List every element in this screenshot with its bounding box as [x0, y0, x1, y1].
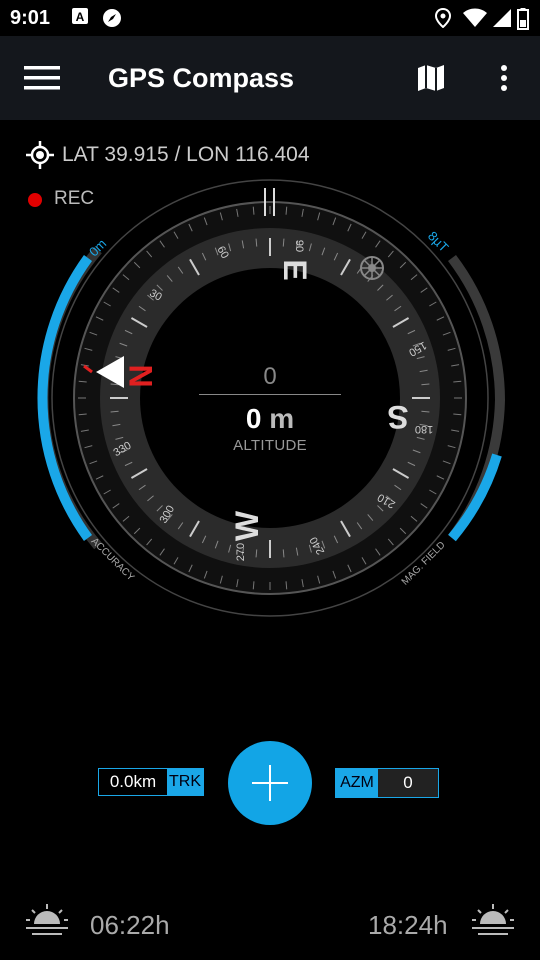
- compass-badge-icon: [103, 9, 121, 27]
- track-label: TRK: [167, 769, 203, 795]
- more-vert-icon[interactable]: [494, 64, 514, 92]
- dial-tick: [255, 238, 258, 247]
- menu-icon[interactable]: [24, 66, 60, 90]
- cardinal-w: W: [229, 510, 265, 541]
- app-bar: GPS Compass: [0, 36, 540, 120]
- track-distance-value: 0.0km: [109, 772, 157, 791]
- add-waypoint-button[interactable]: [228, 741, 312, 825]
- track-distance-box[interactable]: 0.0km TRK: [98, 768, 204, 796]
- altitude-row: 0 m: [199, 403, 341, 435]
- accuracy-caption: ACCURACY: [89, 536, 137, 584]
- azimuth-label: AZM: [336, 769, 378, 797]
- sun-position-icon: [360, 256, 384, 280]
- sunset-time: 18:24h: [368, 910, 448, 940]
- mag-field-value: 8µT: [425, 228, 452, 255]
- cardinal-e: E: [277, 259, 313, 280]
- location-icon: [435, 8, 451, 28]
- dial-tick: [421, 383, 430, 386]
- a-badge-icon: A: [72, 8, 88, 24]
- center-readout: 0 0 m ALTITUDE: [199, 360, 341, 454]
- dial-tick: [421, 410, 430, 413]
- map-icon[interactable]: [416, 64, 446, 92]
- status-time: 9:01: [10, 7, 51, 29]
- mag-field-caption: MAG. FIELD: [400, 540, 448, 588]
- bezel-tick: [453, 413, 462, 416]
- app-title: GPS Compass: [108, 63, 295, 93]
- plus-icon: [252, 765, 288, 801]
- bezel-tick: [252, 581, 255, 590]
- heading-value: 0: [199, 360, 341, 395]
- bezel-tick: [453, 380, 462, 383]
- deg-90: 90: [293, 240, 305, 252]
- battery-icon: [517, 8, 529, 30]
- mag-field-arc: [448, 453, 502, 542]
- bezel-tick: [285, 206, 288, 215]
- altitude-label: ALTITUDE: [233, 437, 307, 454]
- cardinal-s: S: [387, 399, 408, 435]
- altitude-unit: m: [269, 403, 295, 434]
- bezel-tick: [285, 581, 288, 590]
- sunrise-icon: [26, 904, 68, 935]
- wifi-icon: [463, 8, 487, 27]
- azimuth-box[interactable]: AZM 0: [335, 768, 439, 798]
- bezel-tick: [252, 206, 255, 215]
- svg-text:A: A: [76, 10, 85, 24]
- signal-icon: [493, 9, 511, 27]
- dial-tick: [110, 410, 119, 413]
- deg-270: 270: [235, 543, 247, 561]
- dial-tick: [255, 549, 258, 558]
- deg-180: 180: [415, 423, 433, 435]
- bezel-tick: [78, 380, 87, 383]
- sunset-icon: [472, 904, 514, 935]
- dial-tick: [282, 549, 285, 558]
- dial-tick: [282, 238, 285, 247]
- altitude-value: 0: [245, 403, 262, 434]
- sunrise-time: 06:22h: [90, 910, 170, 940]
- azimuth-value: 0: [378, 769, 438, 797]
- bezel-tick: [78, 413, 87, 416]
- status-bar: 9:01 A: [0, 0, 540, 36]
- cardinal-n: N: [123, 364, 159, 387]
